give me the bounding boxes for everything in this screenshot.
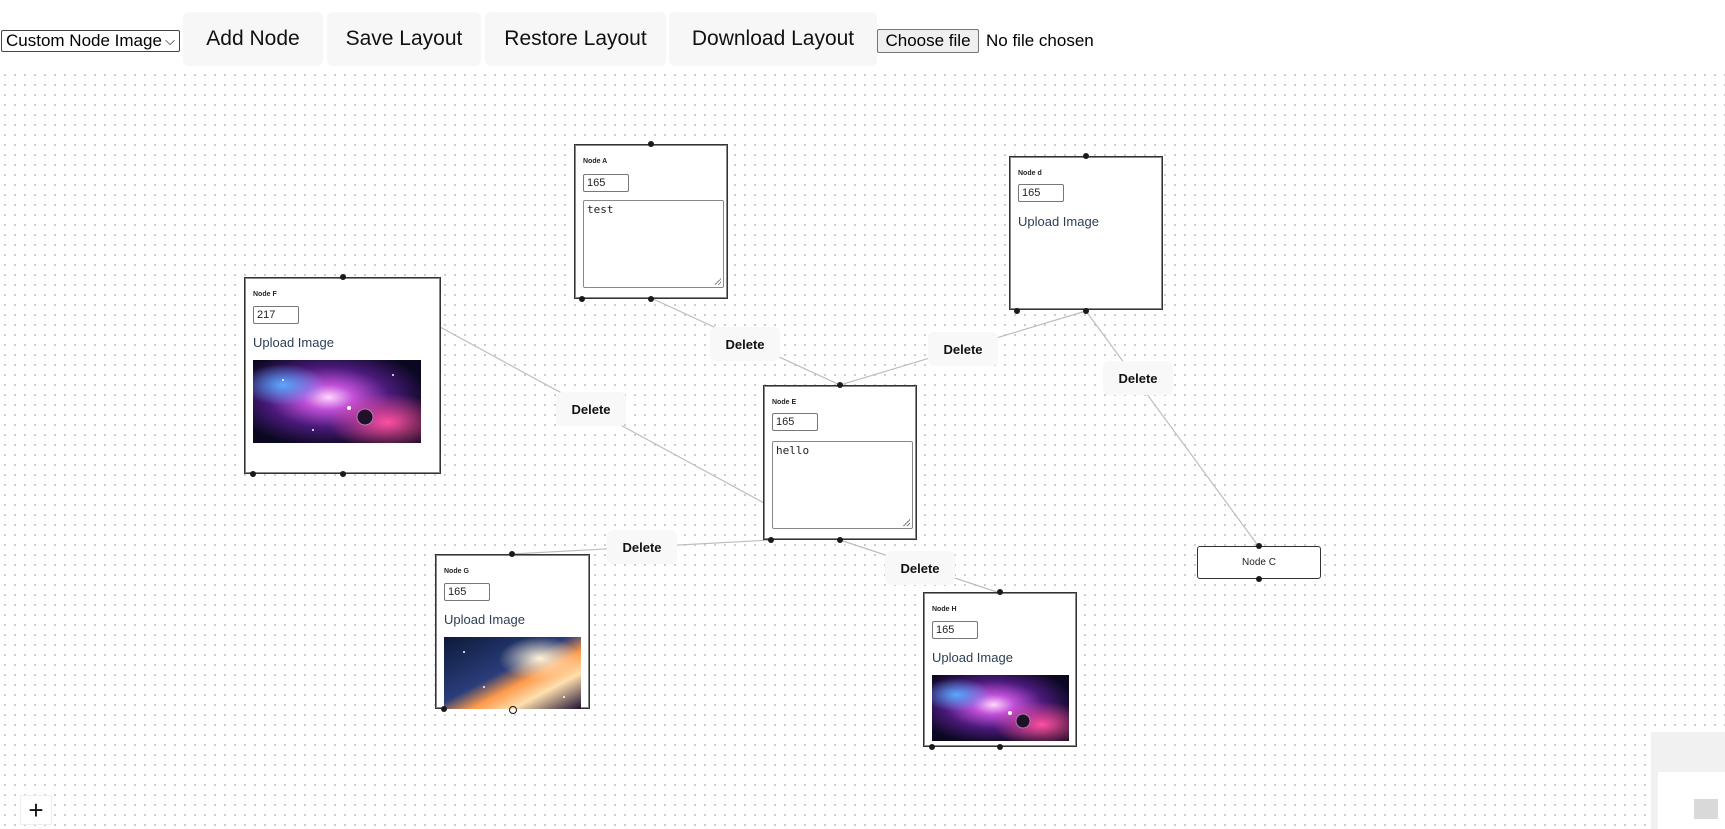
handle-bottom[interactable] (1256, 576, 1262, 582)
node-value-input[interactable]: 165 (772, 413, 818, 431)
node-textarea[interactable]: test (583, 200, 724, 288)
handle-bottom[interactable] (1083, 308, 1089, 314)
node-h[interactable]: Node H 165 Upload Image (923, 592, 1077, 747)
resize-grip-icon[interactable] (903, 519, 910, 526)
file-status: No file chosen (986, 31, 1094, 50)
delete-edge-button[interactable]: Delete (710, 327, 780, 361)
handle-bottom-left[interactable] (768, 537, 774, 543)
node-title: Node E (772, 399, 797, 406)
handle-top[interactable] (340, 274, 346, 280)
node-value-input[interactable]: 165 (583, 174, 629, 192)
resize-grip-icon[interactable] (714, 278, 721, 285)
node-title: Node d (1018, 170, 1042, 177)
handle-bottom[interactable] (997, 744, 1003, 750)
add-node-button[interactable]: Add Node (183, 12, 323, 66)
chevron-down-icon: ⌵ (165, 33, 175, 48)
node-type-select-value: Custom Node Image (6, 31, 162, 50)
handle-bottom[interactable] (648, 296, 654, 302)
node-title: Node F (253, 291, 277, 298)
handle-bottom-left[interactable] (579, 296, 585, 302)
node-title: Node A (583, 158, 608, 165)
node-value-input[interactable]: 165 (444, 583, 490, 601)
handle-bottom-left[interactable] (1014, 308, 1020, 314)
upload-image-link[interactable]: Upload Image (253, 335, 334, 350)
handle-bottom-left[interactable] (929, 744, 935, 750)
delete-edge-button[interactable]: Delete (1103, 361, 1173, 395)
handle-bottom-left[interactable] (441, 706, 447, 712)
node-g[interactable]: Node G 165 Upload Image (435, 554, 590, 709)
node-type-select[interactable]: Custom Node Image ⌵ (1, 30, 180, 52)
delete-edge-button[interactable]: Delete (556, 392, 626, 426)
node-value-input[interactable]: 217 (253, 306, 299, 324)
delete-edge-button[interactable]: Delete (928, 332, 998, 366)
handle-bottom[interactable] (509, 706, 517, 714)
node-d[interactable]: Node d 165 Upload Image (1009, 156, 1163, 310)
upload-image-link[interactable]: Upload Image (1018, 214, 1099, 229)
upload-image-link[interactable]: Upload Image (444, 612, 525, 627)
node-a[interactable]: Node A 165 test (574, 144, 728, 299)
toolbar: Custom Node Image ⌵ Add Node Save Layout… (0, 0, 1725, 70)
node-title: Node H (932, 606, 957, 613)
node-e[interactable]: Node E 165 hello (763, 385, 917, 540)
handle-bottom[interactable] (340, 471, 346, 477)
nebula-image (253, 360, 421, 443)
handle-bottom[interactable] (837, 537, 843, 543)
delete-edge-button[interactable]: Delete (607, 530, 677, 564)
handle-top[interactable] (648, 141, 654, 147)
node-title: Node G (444, 568, 469, 575)
handle-top[interactable] (837, 382, 843, 388)
handle-top[interactable] (1083, 153, 1089, 159)
upload-image-link[interactable]: Upload Image (932, 650, 1013, 665)
nebula-image (932, 675, 1069, 741)
node-textarea-value: test (587, 203, 614, 216)
node-c[interactable]: Node C (1197, 546, 1321, 579)
restore-layout-button[interactable]: Restore Layout (485, 12, 666, 66)
node-value-input[interactable]: 165 (932, 621, 978, 639)
handle-top[interactable] (997, 589, 1003, 595)
plus-icon: + (28, 794, 44, 825)
delete-edge-button[interactable]: Delete (885, 551, 955, 585)
handle-top[interactable] (509, 551, 515, 557)
download-layout-button[interactable]: Download Layout (669, 12, 877, 66)
handle-top[interactable] (1256, 543, 1262, 549)
minimap-node-mark (1694, 799, 1718, 819)
node-textarea[interactable]: hello (772, 441, 913, 529)
node-textarea-value: hello (776, 444, 810, 457)
choose-file-button[interactable]: Choose file (877, 29, 979, 53)
minimap[interactable] (1651, 732, 1725, 829)
zoom-in-button[interactable]: + (20, 795, 52, 825)
node-title: Node C (1242, 557, 1276, 568)
galaxy-image (444, 637, 581, 709)
edge-d-c (1085, 310, 1260, 548)
node-f[interactable]: Node F 217 Upload Image (244, 277, 441, 474)
node-value-input[interactable]: 165 (1018, 184, 1064, 202)
minimap-viewport (1658, 772, 1725, 829)
handle-bottom-left[interactable] (250, 471, 256, 477)
save-layout-button[interactable]: Save Layout (327, 12, 481, 66)
